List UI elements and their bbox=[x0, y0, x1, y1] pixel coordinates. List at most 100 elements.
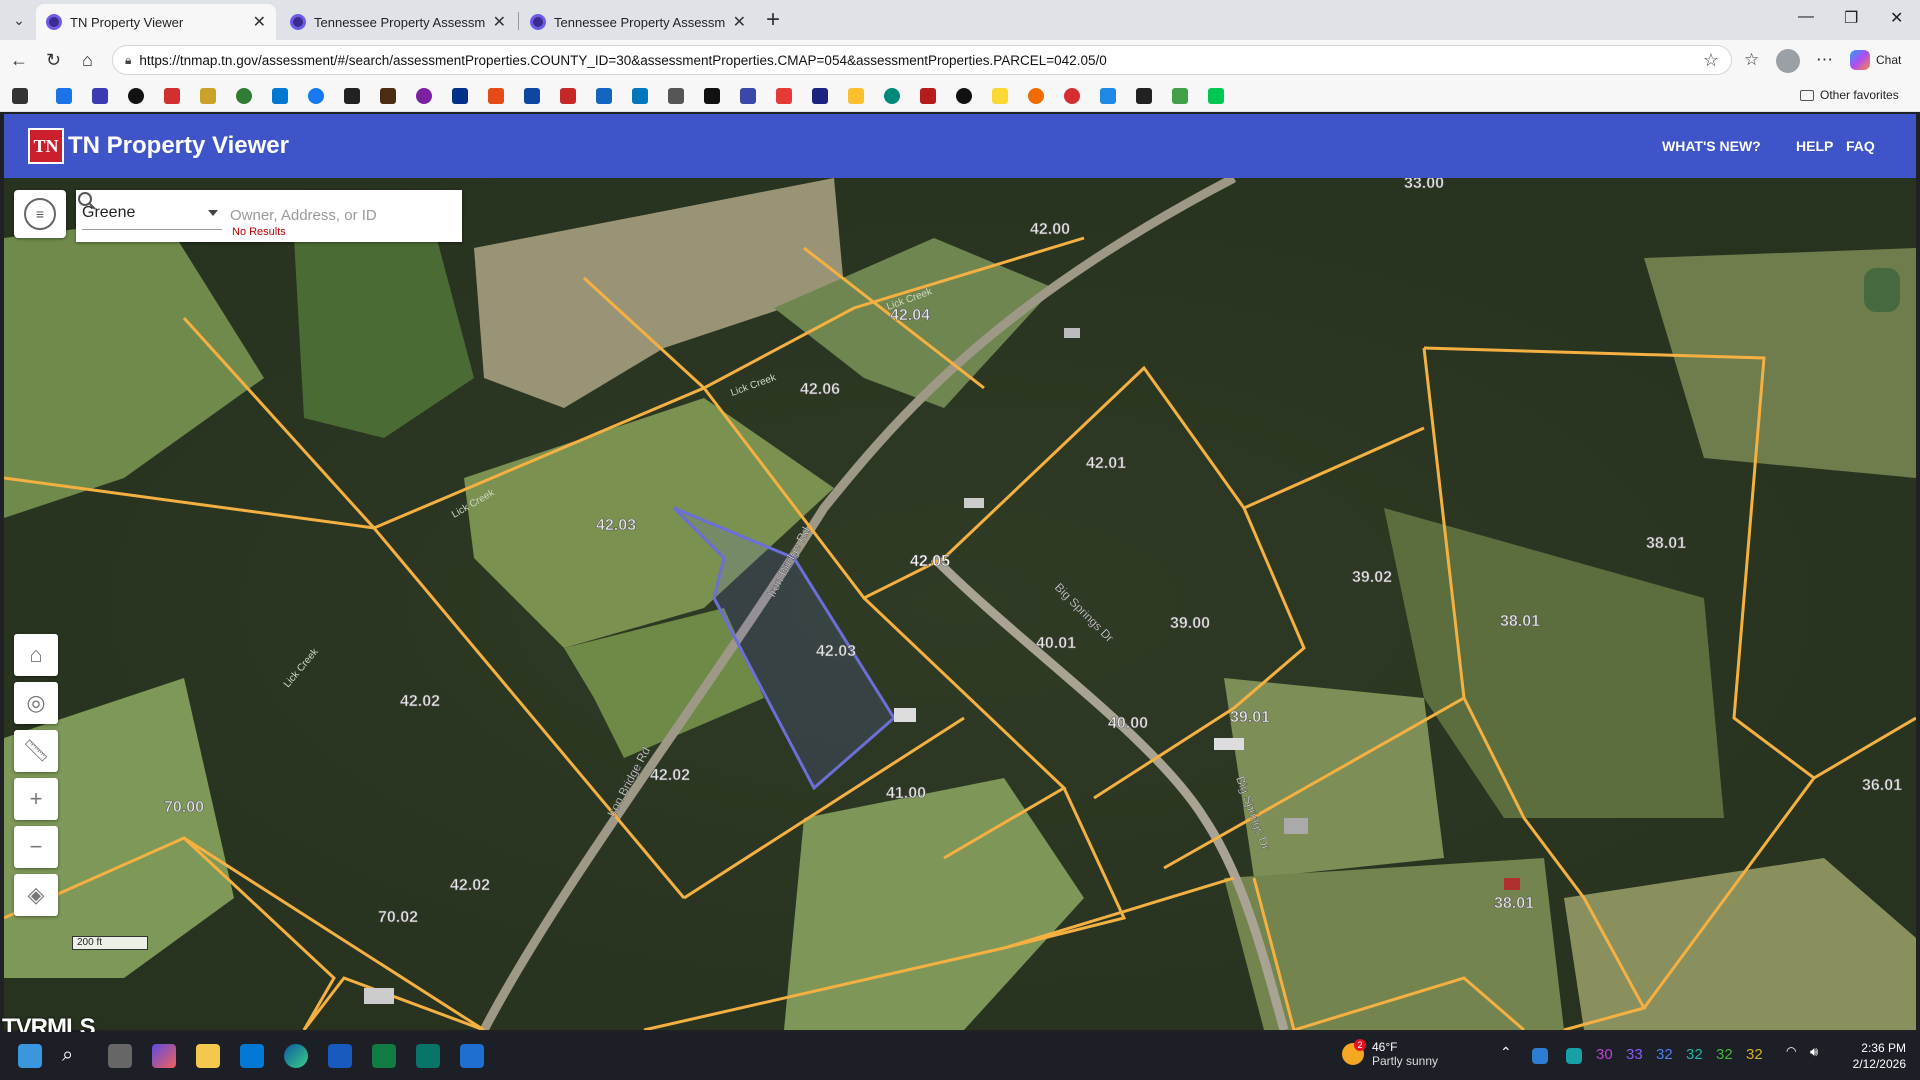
search-icon[interactable]: ⌕ bbox=[62, 1044, 86, 1068]
bookmark-icon[interactable] bbox=[704, 88, 720, 104]
favorite-star-icon[interactable]: ☆ bbox=[1703, 50, 1719, 71]
home-icon[interactable]: ⌂ bbox=[82, 50, 93, 71]
task-view-icon[interactable] bbox=[108, 1044, 132, 1068]
bookmark-icon[interactable] bbox=[812, 88, 828, 104]
bookmark-icon[interactable] bbox=[12, 88, 28, 104]
bookmark-icon[interactable] bbox=[488, 88, 504, 104]
store-icon[interactable] bbox=[240, 1044, 264, 1068]
bookmark-icon[interactable] bbox=[1064, 88, 1080, 104]
bookmark-icon[interactable] bbox=[200, 88, 216, 104]
bookmark-icon[interactable] bbox=[596, 88, 612, 104]
publisher-icon[interactable] bbox=[416, 1044, 440, 1068]
search-panel-toggle[interactable]: ≡ bbox=[14, 190, 66, 238]
tray-counter[interactable]: 32 bbox=[1716, 1046, 1733, 1063]
site-favicon-icon bbox=[46, 14, 62, 30]
bookmark-icon[interactable] bbox=[1172, 88, 1188, 104]
edge-icon[interactable] bbox=[284, 1044, 308, 1068]
file-explorer-icon[interactable] bbox=[196, 1044, 220, 1068]
aerial-map[interactable]: 33.00 42.00 42.04 42.06 42.01 42.03 42.0… bbox=[4, 178, 1916, 1030]
locate-button[interactable]: ◎ bbox=[14, 682, 58, 724]
excel-icon[interactable] bbox=[372, 1044, 396, 1068]
close-tab-icon[interactable]: ✕ bbox=[493, 12, 506, 32]
bookmark-icon[interactable] bbox=[344, 88, 360, 104]
bookmark-icon[interactable] bbox=[56, 88, 72, 104]
close-tab-icon[interactable]: ✕ bbox=[733, 12, 746, 32]
measure-button[interactable]: 📏︎ bbox=[14, 730, 58, 772]
weather-widget[interactable]: 2 46°F Partly sunny bbox=[1342, 1039, 1438, 1068]
other-favorites-folder[interactable]: Other favorites bbox=[1800, 88, 1899, 102]
refresh-icon[interactable]: ↻ bbox=[46, 50, 61, 71]
bookmark-icon[interactable] bbox=[776, 88, 792, 104]
word-icon[interactable] bbox=[328, 1044, 352, 1068]
bookmark-icon[interactable] bbox=[992, 88, 1008, 104]
bookmark-icon[interactable] bbox=[956, 88, 972, 104]
restore-icon[interactable]: ❐ bbox=[1844, 8, 1858, 28]
bookmark-icon[interactable] bbox=[1028, 88, 1044, 104]
bookmark-icon[interactable] bbox=[380, 88, 396, 104]
parcel-label-selected[interactable]: 42.05 bbox=[910, 553, 951, 571]
bookmark-icon[interactable] bbox=[740, 88, 756, 104]
close-window-icon[interactable]: ✕ bbox=[1890, 8, 1903, 28]
bookmark-icon[interactable] bbox=[1136, 88, 1152, 104]
favorites-icon[interactable]: ☆ bbox=[1744, 50, 1759, 70]
tn-logo[interactable]: TN bbox=[28, 128, 64, 164]
wifi-icon[interactable]: ◠ bbox=[1786, 1044, 1810, 1068]
new-tab-icon[interactable]: + bbox=[766, 6, 780, 34]
bookmark-icon[interactable] bbox=[128, 88, 144, 104]
bookmark-icon[interactable] bbox=[668, 88, 684, 104]
bookmark-icon[interactable] bbox=[632, 88, 648, 104]
profile-avatar[interactable] bbox=[1776, 49, 1800, 73]
faq-link[interactable]: FAQ bbox=[1846, 138, 1875, 154]
app-icon[interactable] bbox=[460, 1044, 484, 1068]
parcel-label: 41.00 bbox=[886, 785, 926, 802]
bookmark-icon[interactable] bbox=[1100, 88, 1116, 104]
tab-tn-property-viewer[interactable]: TN Property Viewer ✕ bbox=[36, 4, 276, 40]
bookmark-icon[interactable] bbox=[560, 88, 576, 104]
bookmark-icon[interactable] bbox=[272, 88, 288, 104]
close-tab-icon[interactable]: ✕ bbox=[253, 12, 266, 32]
bookmark-icon[interactable] bbox=[920, 88, 936, 104]
home-extent-button[interactable]: ⌂ bbox=[14, 634, 58, 676]
system-clock[interactable]: 2:36 PM 2/12/2026 bbox=[1846, 1040, 1906, 1072]
copilot-chat-button[interactable]: Chat bbox=[1850, 50, 1901, 70]
search-icon[interactable] bbox=[76, 190, 98, 212]
tab-assessment-2[interactable]: Tennessee Property Assessment D ✕ bbox=[520, 4, 756, 40]
bookmark-icon[interactable] bbox=[236, 88, 252, 104]
start-icon[interactable] bbox=[18, 1044, 42, 1068]
tray-counter[interactable]: 30 bbox=[1596, 1046, 1613, 1063]
url-bar[interactable]: 🔒︎ https://tnmap.tn.gov/assessment/#/sea… bbox=[112, 45, 1732, 75]
tray-counter[interactable]: 32 bbox=[1746, 1046, 1763, 1063]
tab-actions-chevron-icon[interactable]: ⌄ bbox=[6, 8, 32, 32]
tray-counter[interactable]: 33 bbox=[1626, 1046, 1643, 1063]
help-link[interactable]: HELP bbox=[1796, 138, 1833, 154]
bookmark-icon[interactable] bbox=[848, 88, 864, 104]
tray-counter[interactable]: 32 bbox=[1686, 1046, 1703, 1063]
county-select[interactable]: Greene bbox=[82, 204, 222, 230]
tab-assessment-1[interactable]: Tennessee Property Assessment D ✕ bbox=[280, 4, 516, 40]
tray-icon[interactable] bbox=[1566, 1048, 1582, 1064]
layers-button[interactable]: ◈ bbox=[14, 874, 58, 916]
weather-icon: 2 bbox=[1342, 1039, 1366, 1065]
search-panel-icon: ≡ bbox=[24, 198, 56, 230]
m365-icon[interactable] bbox=[152, 1044, 176, 1068]
map-canvas[interactable]: 33.00 42.00 42.04 42.06 42.01 42.03 42.0… bbox=[4, 178, 1916, 1030]
bookmark-icon[interactable] bbox=[452, 88, 468, 104]
back-icon[interactable]: ← bbox=[10, 50, 28, 71]
tray-counter[interactable]: 32 bbox=[1656, 1046, 1673, 1063]
bookmark-icon[interactable] bbox=[524, 88, 540, 104]
zoom-in-button[interactable]: + bbox=[14, 778, 58, 820]
bookmark-icon[interactable] bbox=[308, 88, 324, 104]
whats-new-link[interactable]: WHAT'S NEW? bbox=[1662, 138, 1761, 154]
bookmark-icon[interactable] bbox=[884, 88, 900, 104]
more-menu-icon[interactable]: ⋯ bbox=[1816, 50, 1833, 70]
volume-icon[interactable]: 🔊︎ bbox=[1810, 1044, 1834, 1068]
tray-icon[interactable] bbox=[1532, 1048, 1548, 1064]
bookmark-icon[interactable] bbox=[1208, 88, 1224, 104]
tray-chevron-icon[interactable]: ⌃ bbox=[1500, 1044, 1524, 1068]
zoom-out-button[interactable]: − bbox=[14, 826, 58, 868]
minimize-icon[interactable]: — bbox=[1798, 8, 1814, 26]
bookmark-icon[interactable] bbox=[92, 88, 108, 104]
bookmark-icon[interactable] bbox=[416, 88, 432, 104]
bookmark-icon[interactable] bbox=[164, 88, 180, 104]
search-input[interactable] bbox=[230, 202, 410, 228]
